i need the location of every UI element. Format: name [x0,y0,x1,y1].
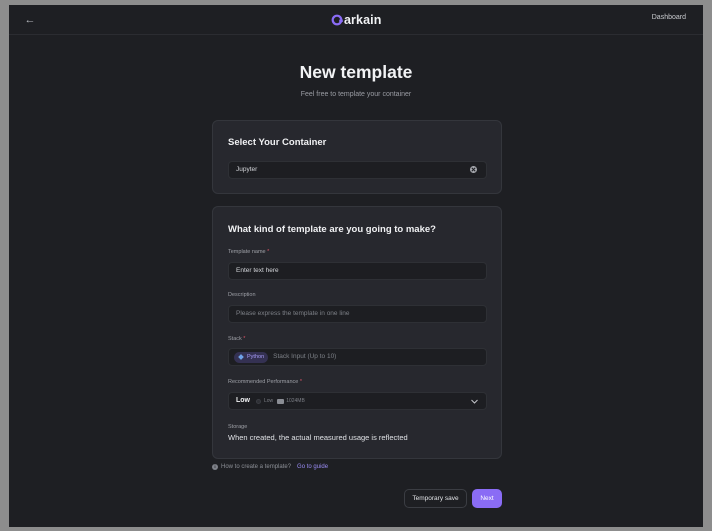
container-select[interactable]: Jupyter [228,161,487,179]
page-title: New template [299,62,413,82]
stack-input[interactable]: Python Stack Input (Up to 10) [228,348,487,366]
container-card-heading: Select Your Container [228,137,327,148]
storage-value: When created, the actual measured usage … [228,433,408,442]
logo-text: arkain [344,13,382,27]
required-mark: * [267,249,270,255]
required-mark: * [299,379,302,385]
performance-select[interactable]: Low Low 1024MB [228,392,487,410]
template-name-label: Template name * [228,249,269,255]
chevron-down-icon[interactable] [471,398,478,405]
python-icon [238,354,244,360]
cpu-icon [256,398,261,404]
stack-placeholder: Stack Input (Up to 10) [273,353,337,360]
dashboard-link[interactable]: Dashboard [652,14,686,21]
performance-label: Recommended Performance * [228,379,302,385]
stack-label-text: Stack [228,336,242,342]
required-mark: * [243,336,246,342]
storage-label: Storage [228,424,248,430]
next-button[interactable]: Next [472,489,502,508]
temporary-save-button[interactable]: Temporary save [404,489,467,508]
info-icon: i [212,464,218,470]
clear-icon[interactable] [470,166,477,173]
page-subtitle: Feel free to template your container [300,91,412,98]
template-card-heading: What kind of template are you going to m… [228,224,436,235]
guide-row: i How to create a template? Go to guide [212,464,328,470]
description-label: Description [228,292,256,298]
description-input[interactable]: Please express the template in one line [228,305,487,323]
stack-chip-label: Python [247,353,265,360]
performance-level: Low [236,397,250,404]
container-card: Select Your Container Jupyter [212,120,502,194]
stack-chip-python[interactable]: Python [234,351,269,363]
template-card: What kind of template are you going to m… [212,206,502,459]
back-arrow-icon[interactable]: ← [23,13,37,27]
stack-label: Stack * [228,336,245,342]
performance-memory: 1024MB [286,398,305,404]
container-select-value: Jupyter [236,166,258,173]
performance-label-text: Recommended Performance [228,379,299,385]
top-bar: ← arkain Dashboard [9,5,703,35]
arkain-logo-icon [331,14,343,26]
guide-link[interactable]: Go to guide [297,464,328,470]
app-window: ← arkain Dashboard New template Feel fre… [9,5,703,527]
template-name-input[interactable]: Enter text here [228,262,487,280]
logo[interactable]: arkain [331,12,381,28]
guide-question: How to create a template? [221,464,292,470]
performance-tier: Low [264,398,274,404]
template-name-label-text: Template name [228,249,266,255]
memory-icon [277,398,285,404]
